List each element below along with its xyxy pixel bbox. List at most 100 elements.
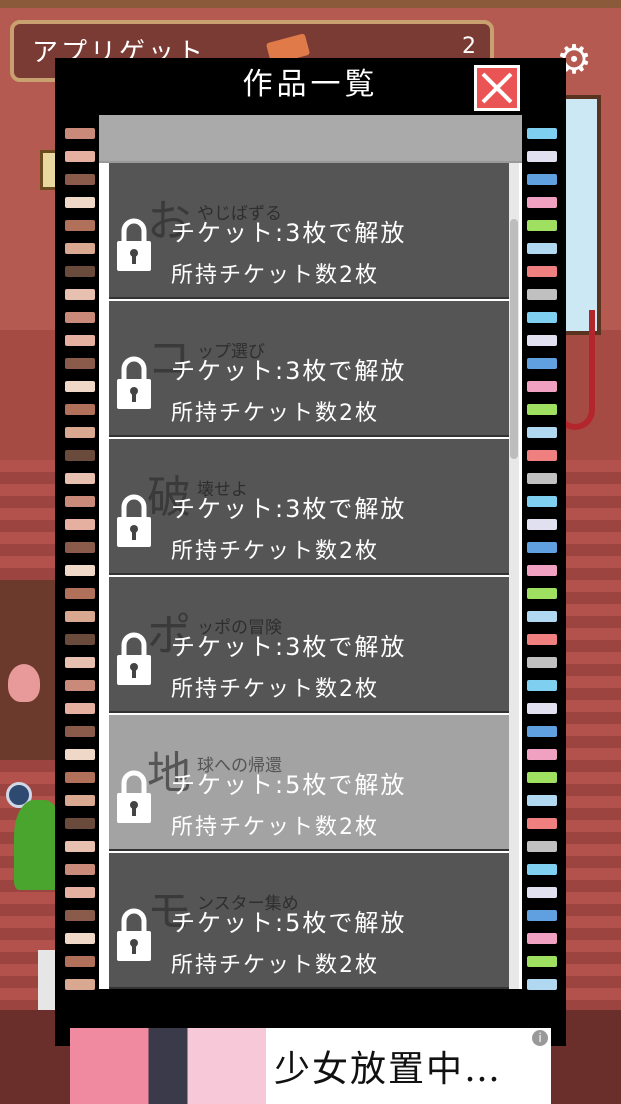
- film-perforation: [65, 220, 95, 231]
- film-perforation: [65, 128, 95, 139]
- film-perforation: [65, 680, 95, 691]
- film-perforation: [65, 565, 95, 576]
- list-item[interactable]: モ ンスター集め チケット:5枚で解放 所持チケット数2枚: [109, 853, 509, 989]
- unlock-requirement: チケット:5枚で解放: [171, 771, 407, 799]
- film-perforation: [527, 565, 557, 576]
- film-perforation: [527, 864, 557, 875]
- film-perforation: [527, 358, 557, 369]
- film-perforation: [65, 864, 95, 875]
- held-tickets: 所持チケット数2枚: [171, 677, 379, 702]
- ad-banner[interactable]: 少女放置中… i: [70, 1028, 551, 1104]
- film-perforation: [65, 956, 95, 967]
- film-perforation: [527, 910, 557, 921]
- film-perforation: [527, 174, 557, 185]
- film-perforation: [65, 243, 95, 254]
- film-perforation: [65, 427, 95, 438]
- film-perforation: [527, 519, 557, 530]
- film-perforation: [65, 818, 95, 829]
- film-perforation: [527, 243, 557, 254]
- film-perforation: [527, 749, 557, 760]
- held-tickets: 所持チケット数2枚: [171, 539, 379, 564]
- list-item[interactable]: ポ ッポの冒険 チケット:3枚で解放 所持チケット数2枚: [109, 577, 509, 713]
- lock-icon: [115, 629, 153, 687]
- teddy-bear: [8, 664, 40, 702]
- list-item[interactable]: お やじばずる チケット:3枚で解放 所持チケット数2枚: [109, 163, 509, 299]
- film-perforation: [527, 726, 557, 737]
- film-perforation: [527, 151, 557, 162]
- film-perforation: [527, 772, 557, 783]
- film-perforation: [527, 818, 557, 829]
- film-perforation: [527, 335, 557, 346]
- lock-icon: [115, 491, 153, 549]
- unlock-requirement: チケット:3枚で解放: [171, 495, 407, 523]
- film-perforation: [65, 312, 95, 323]
- film-perforation: [527, 933, 557, 944]
- film-perforation: [65, 151, 95, 162]
- lock-icon: [115, 905, 153, 963]
- film-perforation: [65, 358, 95, 369]
- film-perforation: [527, 841, 557, 852]
- film-perforation: [65, 335, 95, 346]
- film-perforation: [527, 956, 557, 967]
- film-perforation: [65, 450, 95, 461]
- works-list-panel[interactable]: お やじばずる チケット:3枚で解放 所持チケット数2枚 コ ップ選び チケット…: [99, 115, 522, 989]
- held-tickets: 所持チケット数2枚: [171, 401, 379, 426]
- unlock-requirement: チケット:3枚で解放: [171, 219, 407, 247]
- film-perforation: [527, 427, 557, 438]
- film-perforation: [65, 174, 95, 185]
- film-perforation: [527, 496, 557, 507]
- unlock-requirement: チケット:5枚で解放: [171, 909, 407, 937]
- film-perforation: [65, 404, 95, 415]
- held-tickets: 所持チケット数2枚: [171, 263, 379, 288]
- film-perforation: [65, 197, 95, 208]
- ad-text[interactable]: 少女放置中…: [274, 1040, 502, 1092]
- film-perforation: [65, 841, 95, 852]
- ad-image[interactable]: [70, 1028, 266, 1104]
- film-perforation: [527, 542, 557, 553]
- film-strip-right: [523, 122, 563, 1042]
- film-perforation: [527, 404, 557, 415]
- film-perforation: [65, 634, 95, 645]
- film-perforation: [527, 450, 557, 461]
- film-perforation: [65, 910, 95, 921]
- film-perforation: [527, 381, 557, 392]
- film-perforation: [527, 703, 557, 714]
- film-perforation: [527, 473, 557, 484]
- lock-icon: [115, 215, 153, 273]
- film-perforation: [65, 473, 95, 484]
- scrollbar-thumb[interactable]: [510, 219, 518, 459]
- list-item[interactable]: 地 球への帰還 チケット:5枚で解放 所持チケット数2枚: [109, 715, 509, 851]
- film-perforation: [65, 657, 95, 668]
- film-perforation: [527, 128, 557, 139]
- film-perforation: [527, 588, 557, 599]
- held-tickets: 所持チケット数2枚: [171, 815, 379, 840]
- film-perforation: [527, 657, 557, 668]
- film-perforation: [65, 979, 95, 990]
- lock-icon: [115, 767, 153, 825]
- film-perforation: [65, 749, 95, 760]
- list-item[interactable]: コ ップ選び チケット:3枚で解放 所持チケット数2枚: [109, 301, 509, 437]
- film-strip-left: [61, 122, 101, 1042]
- film-perforation: [527, 220, 557, 231]
- film-perforation: [65, 289, 95, 300]
- film-perforation: [65, 519, 95, 530]
- ticket-count: 2: [462, 34, 476, 59]
- film-perforation: [527, 266, 557, 277]
- film-perforation: [527, 979, 557, 990]
- list-item[interactable]: 破 壊せよ チケット:3枚で解放 所持チケット数2枚: [109, 439, 509, 575]
- film-perforation: [65, 542, 95, 553]
- film-perforation: [65, 703, 95, 714]
- info-icon[interactable]: i: [532, 1030, 548, 1046]
- film-perforation: [527, 680, 557, 691]
- film-perforation: [65, 726, 95, 737]
- film-perforation: [527, 887, 557, 898]
- film-perforation: [65, 611, 95, 622]
- held-tickets: 所持チケット数2枚: [171, 953, 379, 978]
- film-perforation: [65, 588, 95, 599]
- film-perforation: [65, 795, 95, 806]
- film-perforation: [527, 634, 557, 645]
- unlock-requirement: チケット:3枚で解放: [171, 357, 407, 385]
- film-perforation: [65, 266, 95, 277]
- close-button[interactable]: [474, 65, 520, 111]
- film-perforation: [527, 197, 557, 208]
